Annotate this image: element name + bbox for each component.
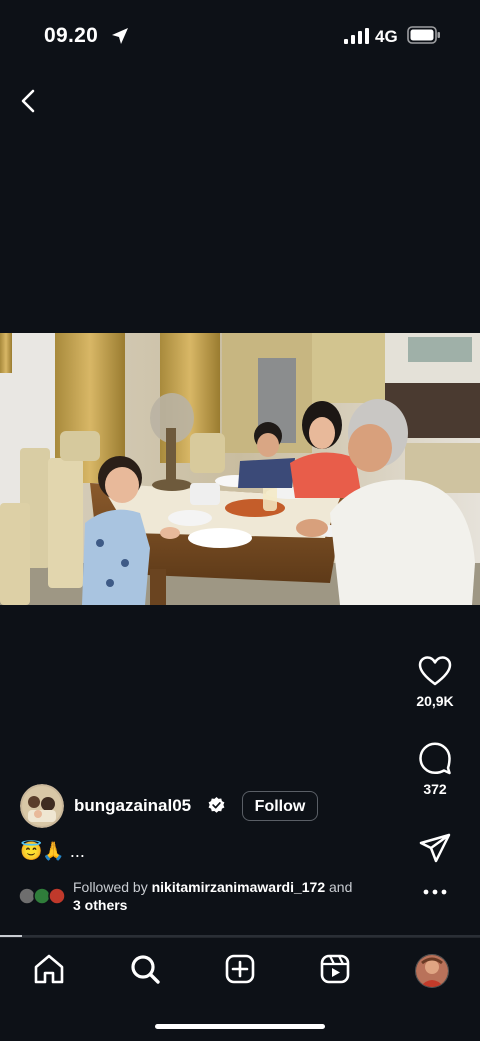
heart-icon[interactable] xyxy=(417,655,453,687)
author-avatar[interactable] xyxy=(20,784,64,828)
caption-more[interactable]: ... xyxy=(70,841,85,861)
signal-icon xyxy=(344,28,369,44)
author-username[interactable]: bungazainal05 xyxy=(74,796,191,816)
comment-action: 372 xyxy=(390,741,480,797)
home-icon[interactable] xyxy=(32,952,66,986)
network-type: 4G xyxy=(375,27,398,46)
verified-badge-icon xyxy=(208,797,225,813)
follower-avatars xyxy=(18,887,66,905)
reel-video[interactable] xyxy=(0,333,480,605)
follow-button[interactable]: Follow xyxy=(242,791,318,821)
share-icon[interactable] xyxy=(418,832,452,864)
profile-avatar[interactable] xyxy=(415,954,449,988)
share-action xyxy=(390,832,480,864)
like-count: 20,9K xyxy=(416,693,454,709)
back-icon xyxy=(21,89,35,113)
create-icon[interactable] xyxy=(223,952,257,986)
like-action: 20,9K xyxy=(390,655,480,709)
battery-icon xyxy=(407,26,440,44)
status-time: 09.20 xyxy=(44,24,99,47)
reels-icon[interactable] xyxy=(318,952,352,986)
author-row: bungazainal05 Follow xyxy=(20,784,350,828)
followed-others[interactable]: 3 others xyxy=(73,897,127,913)
search-icon[interactable] xyxy=(128,952,162,986)
comment-count: 372 xyxy=(423,781,447,797)
more-icon[interactable] xyxy=(423,888,447,896)
followed-by-text: Followed by nikitamirzanimawardi_172 and… xyxy=(73,878,413,914)
comment-icon[interactable] xyxy=(418,741,452,775)
status-bar: 09.20 4G xyxy=(0,0,480,72)
caption[interactable]: 😇🙏 ... xyxy=(20,840,85,864)
followed-prefix: Followed by xyxy=(73,879,148,895)
followed-name[interactable]: nikitamirzanimawardi_172 xyxy=(152,879,326,895)
back-button[interactable] xyxy=(14,86,44,116)
followed-and: and xyxy=(329,879,353,895)
caption-emoji: 😇🙏 xyxy=(20,840,65,861)
location-arrow-icon xyxy=(112,28,128,44)
home-indicator xyxy=(155,1024,325,1029)
